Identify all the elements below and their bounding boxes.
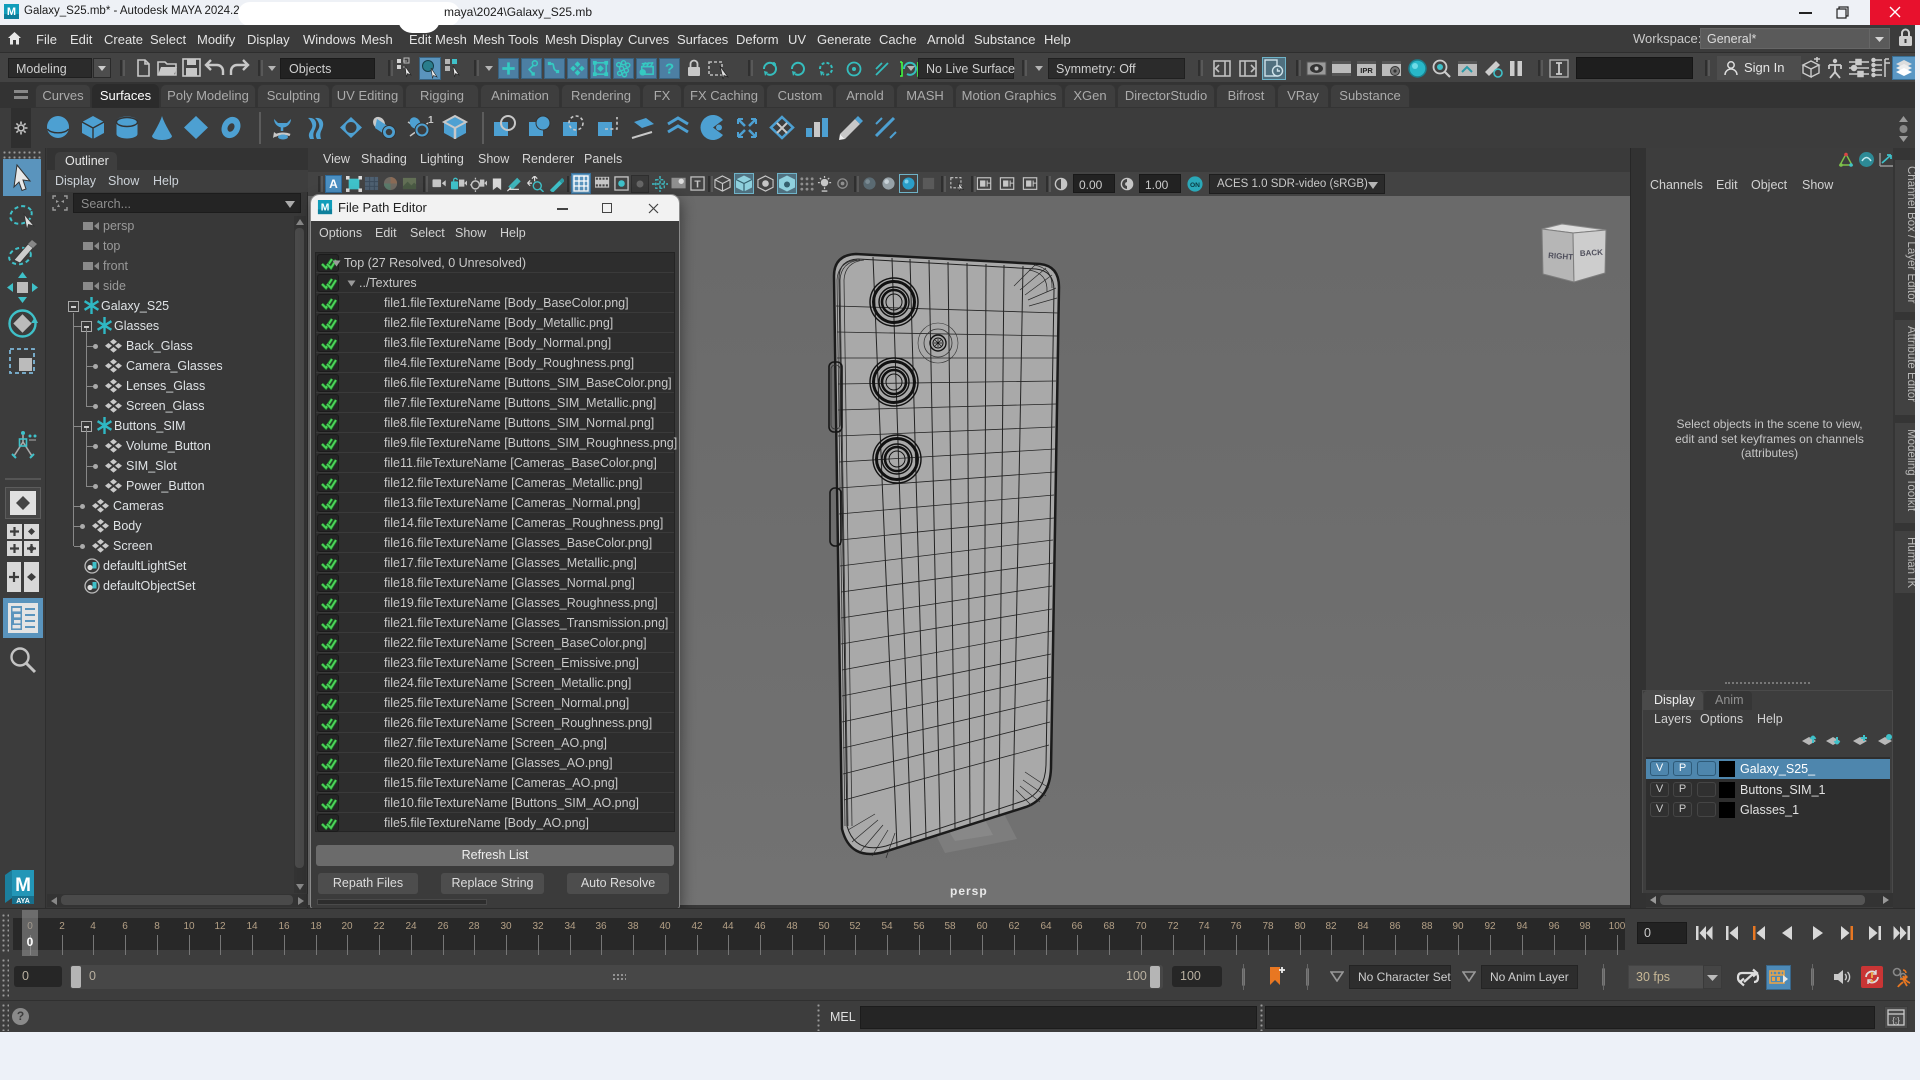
svg-text:IPR: IPR (1360, 66, 1373, 75)
svg-text:?: ? (665, 61, 674, 78)
svg-text:AYA: AYA (16, 898, 30, 904)
svg-text:M: M (321, 202, 330, 213)
svg-text:1: 1 (428, 115, 434, 126)
svg-text:M: M (15, 875, 31, 896)
svg-text:ON: ON (1190, 182, 1200, 189)
svg-text:T: T (694, 179, 701, 190)
svg-text:RIGHT: RIGHT (1548, 251, 1574, 262)
svg-text:{;}: {;} (1892, 1016, 1900, 1025)
svg-text:BACK: BACK (1580, 248, 1604, 258)
svg-text:M: M (7, 6, 16, 18)
